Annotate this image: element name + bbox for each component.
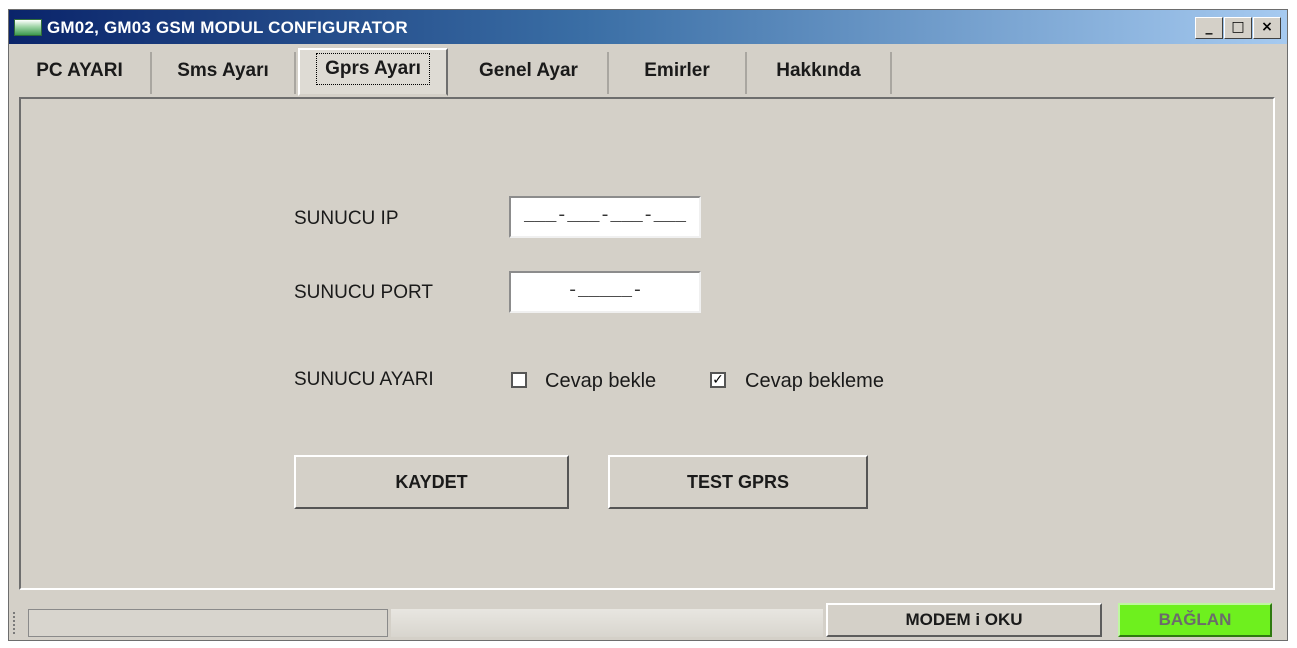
main-window: GM02, GM03 GSM MODUL CONFIGURATOR _ □ × … [8,9,1288,641]
server-setting-label: SUNUCU AYARI [294,369,434,390]
window-title: GM02, GM03 GSM MODUL CONFIGURATOR [47,18,408,37]
tab-hakkinda[interactable]: Hakkında [747,52,892,94]
close-button[interactable]: × [1253,17,1281,39]
save-button[interactable]: KAYDET [294,455,569,509]
test-gprs-button[interactable]: TEST GPRS [608,455,868,509]
tab-sms-ayari[interactable]: Sms Ayarı [152,52,296,94]
tab-label: Gprs Ayarı [316,53,430,85]
wait-response-label[interactable]: Cevap bekle [545,370,656,393]
title-bar[interactable]: GM02, GM03 GSM MODUL CONFIGURATOR _ □ × [9,10,1287,44]
tab-label: Emirler [644,60,710,81]
no-wait-response-label[interactable]: Cevap bekleme [745,370,884,393]
status-spacer [391,609,823,637]
tab-label: PC AYARI [36,60,123,81]
checkmark-icon: ✓ [712,372,724,388]
server-ip-input[interactable]: ___-___-___-___ [509,196,701,238]
tab-label: Hakkında [776,60,861,81]
tab-label: Genel Ayar [479,60,578,81]
maximize-button[interactable]: □ [1224,17,1252,39]
no-wait-response-checkbox[interactable]: ✓ [710,372,726,388]
tab-emirler[interactable]: Emirler [609,52,747,94]
tab-pc-ayari[interactable]: PC AYARI [9,52,152,94]
connect-button[interactable]: BAĞLAN [1118,603,1272,637]
tab-gprs-ayari[interactable]: Gprs Ayarı [298,48,448,96]
server-port-label: SUNUCU PORT [294,282,433,303]
read-modem-button[interactable]: MODEM i OKU [826,603,1102,637]
tab-label: Sms Ayarı [177,60,269,81]
status-bar: MODEM i OKU BAĞLAN [9,598,1287,640]
server-port-input[interactable]: -_____- [509,271,701,313]
status-field [28,609,388,637]
server-ip-label: SUNUCU IP [294,208,399,229]
minimize-button[interactable]: _ [1195,17,1223,39]
wait-response-checkbox[interactable] [511,372,527,388]
tab-bar: PC AYARI Sms Ayarı Gprs Ayarı Genel Ayar… [9,44,1287,98]
grip-handle[interactable] [13,612,19,634]
tab-genel-ayar[interactable]: Genel Ayar [450,52,609,94]
gprs-settings-panel: SUNUCU IP ___-___-___-___ SUNUCU PORT -_… [19,97,1275,590]
app-icon [14,19,42,36]
